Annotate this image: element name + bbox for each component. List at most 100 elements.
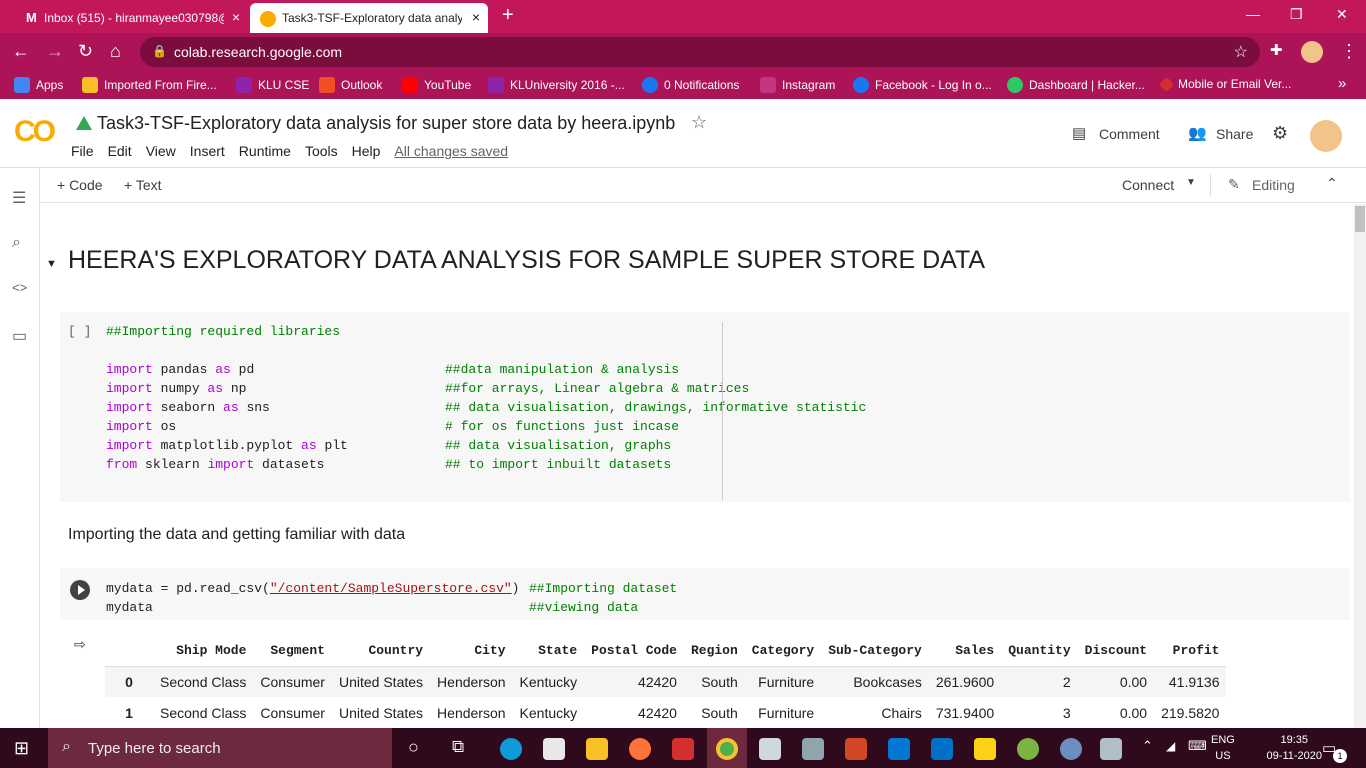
code-cell-imports[interactable]: [ ] ##Importing required libraries impor…	[60, 312, 1350, 502]
home-icon[interactable]: ⌂	[110, 41, 121, 62]
paint-icon[interactable]	[1100, 738, 1122, 760]
menu-edit[interactable]: Edit	[108, 143, 132, 159]
edge-icon[interactable]	[500, 738, 522, 760]
ime-icon[interactable]: ⌨	[1188, 738, 1207, 754]
outlook-icon	[319, 77, 335, 93]
bookmark-star-icon[interactable]: ☆	[1234, 42, 1248, 62]
table-cell: Consumer	[260, 704, 325, 721]
search-icon[interactable]: ⌕	[12, 234, 21, 252]
divider	[1210, 174, 1211, 196]
hackerrank-icon	[1007, 77, 1023, 93]
editing-mode-button[interactable]: Editing	[1252, 177, 1295, 193]
bookmark-facebook[interactable]: Facebook - Log In o...	[853, 77, 992, 93]
acrobat-icon[interactable]	[672, 738, 694, 760]
forward-icon[interactable]: →	[46, 41, 64, 62]
mail-icon[interactable]	[888, 738, 910, 760]
add-code-button[interactable]: + Code	[57, 177, 103, 193]
restore-icon[interactable]: ❐	[1290, 6, 1303, 23]
user-avatar[interactable]	[1310, 120, 1342, 152]
back-icon[interactable]: ←	[12, 41, 30, 62]
menu-help[interactable]: Help	[352, 143, 381, 159]
share-button[interactable]: Share	[1216, 126, 1253, 142]
tray-chevron-icon[interactable]: ⌃	[1142, 738, 1153, 754]
menu-view[interactable]: View	[146, 143, 176, 159]
address-bar[interactable]: 🔒 colab.research.google.com ☆	[140, 37, 1260, 67]
profile-avatar[interactable]	[1301, 41, 1323, 63]
settings-gear-icon[interactable]: ⚙	[1272, 123, 1288, 144]
close-tab-icon[interactable]: ×	[472, 9, 480, 25]
files-folder-icon[interactable]: ▭	[12, 326, 27, 346]
menu-file[interactable]: File	[71, 143, 94, 159]
collapse-chevron-icon[interactable]: ⌃	[1326, 175, 1338, 192]
new-tab-button[interactable]: +	[502, 4, 514, 27]
bookmark-apps[interactable]: Apps	[14, 77, 63, 93]
bookmark-notifications[interactable]: 0 Notifications	[642, 77, 739, 93]
browser-menu-icon[interactable]: ⋮	[1340, 41, 1358, 62]
table-cell: Consumer	[253, 666, 332, 697]
bookmark-imported[interactable]: Imported From Fire...	[82, 77, 217, 93]
cortana-icon[interactable]: ○	[408, 737, 419, 758]
table-of-contents-icon[interactable]: ☰	[12, 188, 26, 208]
wifi-icon[interactable]: ◢	[1166, 739, 1175, 753]
firefox-icon[interactable]	[629, 738, 651, 760]
python-setup-icon[interactable]	[759, 738, 781, 760]
sticky-notes-icon[interactable]	[974, 738, 996, 760]
bookmark-mobile-email[interactable]: Mobile or Email Ver...	[1158, 76, 1291, 92]
reload-icon[interactable]: ↻	[78, 41, 93, 62]
section-collapse-icon[interactable]: ▼	[46, 258, 57, 270]
extensions-icon[interactable]: ✚	[1270, 41, 1283, 59]
save-status[interactable]: All changes saved	[394, 143, 508, 159]
language-indicator[interactable]: ENG US	[1211, 732, 1235, 764]
markdown-text-cell[interactable]: Importing the data and getting familiar …	[68, 526, 405, 544]
tab-inbox[interactable]: M Inbox (515) - hiranmayee030798@ ×	[8, 3, 248, 33]
more-bookmarks-icon[interactable]: »	[1338, 75, 1346, 92]
code-snippets-icon[interactable]: <>	[12, 280, 27, 295]
bookmark-youtube[interactable]: YouTube	[402, 77, 471, 93]
cell-prompt[interactable]: [ ]	[68, 322, 91, 341]
colab-logo[interactable]: CO	[14, 115, 56, 149]
clock[interactable]: 19:35 09-11-2020	[1267, 732, 1322, 764]
notebook-title[interactable]: Task3-TSF-Exploratory data analysis for …	[97, 113, 675, 134]
close-window-icon[interactable]: ✕	[1336, 6, 1348, 23]
comment-button[interactable]: Comment	[1099, 126, 1160, 142]
run-cell-button[interactable]	[70, 580, 90, 600]
table-cell: 0.00	[1119, 704, 1148, 721]
menu-tools[interactable]: Tools	[305, 143, 338, 159]
close-tab-icon[interactable]: ×	[232, 9, 240, 25]
tab-colab[interactable]: Task3-TSF-Exploratory data analy ×	[250, 3, 488, 33]
table-cell: South	[683, 666, 745, 697]
code-cell-read-csv[interactable]: mydata = pd.read_csv("/content/SampleSup…	[60, 568, 1350, 620]
printer-icon[interactable]	[802, 738, 824, 760]
task-view-icon[interactable]: ⧉	[452, 737, 464, 757]
table-cell: 219.5820	[1161, 704, 1220, 721]
connect-button[interactable]: Connect	[1122, 177, 1174, 193]
powerpoint-icon[interactable]	[845, 738, 867, 760]
windows-start-icon[interactable]: ⊞	[14, 738, 29, 759]
outlook-icon[interactable]	[931, 738, 953, 760]
taskbar-search-box[interactable]: ⌕ Type here to search	[48, 728, 392, 768]
file-explorer-icon[interactable]	[586, 738, 608, 760]
scrollbar[interactable]	[1354, 204, 1366, 728]
r-icon[interactable]	[1060, 738, 1082, 760]
utorrent-icon[interactable]	[1017, 738, 1039, 760]
table-cell: Second Class	[160, 704, 247, 721]
star-icon[interactable]: ☆	[691, 112, 707, 133]
add-text-button[interactable]: + Text	[124, 177, 162, 193]
chrome-icon[interactable]	[716, 738, 738, 760]
output-menu-icon[interactable]: ⇨	[74, 636, 86, 653]
bookmark-outlook[interactable]: Outlook	[319, 77, 382, 93]
bookmark-klu-cse[interactable]: KLU CSE	[236, 77, 309, 93]
bookmark-hackerrank[interactable]: Dashboard | Hacker...	[1007, 77, 1145, 93]
scrollbar-thumb[interactable]	[1355, 206, 1365, 232]
menu-insert[interactable]: Insert	[190, 143, 225, 159]
connect-dropdown-icon[interactable]: ▼	[1186, 177, 1196, 188]
code-comment: ## to import inbuilt datasets	[445, 457, 672, 472]
share-people-icon: 👥	[1188, 125, 1207, 142]
menu-runtime[interactable]: Runtime	[239, 143, 291, 159]
store-icon[interactable]	[543, 738, 565, 760]
code-comment: ##Importing dataset	[529, 581, 678, 596]
bookmark-kluniversity[interactable]: KLUniversity 2016 -...	[488, 77, 625, 93]
minimize-icon[interactable]: —	[1246, 6, 1260, 22]
bookmark-instagram[interactable]: Instagram	[760, 77, 835, 93]
column-header: Ship Mode	[153, 636, 254, 667]
